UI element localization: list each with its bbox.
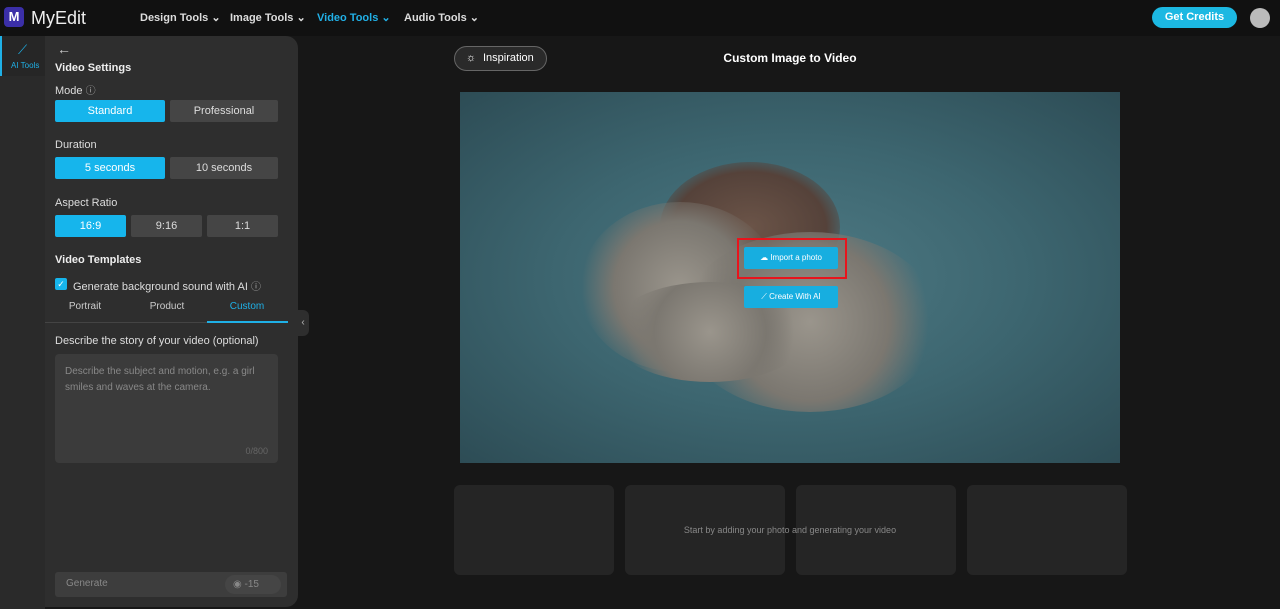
highlight-box [737,238,847,279]
mode-label: Mode ⓘ [55,82,96,97]
cost-value: -15 [244,579,259,590]
bg-sound-checkbox[interactable]: ✓ [55,278,67,290]
chevron-down-icon: ⌄ [296,12,306,24]
duration-label: Duration [55,139,97,151]
char-count: 0/800 [245,446,268,456]
page-title: Custom Image to Video [723,51,857,65]
nav-image-tools[interactable]: Image Tools ⌄ [230,11,306,24]
credit-coin-icon: ◉ [233,579,242,590]
brand-name[interactable]: MyEdit [31,8,86,29]
tool-rail: ⟋ AI Tools [0,36,45,609]
top-bar: M MyEdit Design Tools ⌄ Image Tools ⌄ Vi… [0,0,1280,36]
bg-sound-label: Generate background sound with AI ⓘ [73,278,261,293]
story-label: Describe the story of your video (option… [55,335,259,347]
aspect-9-16-button[interactable]: 9:16 [131,215,202,237]
tab-custom[interactable]: Custom [207,301,287,312]
templates-label: Video Templates [55,254,142,266]
create-ai-label: Create With AI [769,292,821,301]
rail-item-label: AI Tools [11,61,40,70]
generate-label: Generate [66,578,108,589]
rail-item-ai-tools[interactable]: ⟋ AI Tools [0,36,45,76]
generate-button[interactable]: Generate ◉ -15 [55,572,287,597]
result-slot [967,485,1127,575]
settings-panel: ← Video Settings Mode ⓘ Standard Profess… [45,36,298,607]
avatar[interactable] [1250,8,1270,28]
logo[interactable]: M [4,7,24,27]
nav-label: Video Tools [317,12,379,24]
nav-label: Design Tools [140,12,209,24]
nav-design-tools[interactable]: Design Tools ⌄ [140,11,221,24]
collapse-panel-button[interactable]: ‹ [297,310,309,336]
magic-wand-icon: ⟋ [18,42,28,57]
bg-sound-text: Generate background sound with AI [73,281,248,293]
story-input[interactable]: Describe the subject and motion, e.g. a … [55,354,278,463]
create-with-ai-button[interactable]: ⟋ Create With AI [744,286,838,308]
nav-label: Image Tools [230,12,294,24]
tab-portrait[interactable]: Portrait [45,301,125,312]
nav-audio-tools[interactable]: Audio Tools ⌄ [404,11,479,24]
nav-label: Audio Tools [404,12,467,24]
panel-title: Video Settings [55,62,132,74]
story-placeholder: Describe the subject and motion, e.g. a … [65,366,255,393]
back-arrow-icon[interactable]: ← [57,41,71,57]
mode-standard-button[interactable]: Standard [55,100,165,122]
duration-10s-button[interactable]: 10 seconds [170,157,278,179]
chevron-down-icon: ⌄ [469,12,480,24]
aspect-ratio-label: Aspect Ratio [55,197,118,209]
info-icon[interactable]: ⓘ [251,282,261,293]
duration-5s-button[interactable]: 5 seconds [55,157,165,179]
get-credits-button[interactable]: Get Credits [1152,7,1237,28]
inspiration-button[interactable]: ☼ Inspiration [454,46,547,71]
aspect-1-1-button[interactable]: 1:1 [207,215,278,237]
empty-hint: Start by adding your photo and generatin… [683,525,897,535]
lightbulb-icon: ☼ [466,52,477,64]
active-tab-indicator [207,321,288,323]
magic-wand-icon: ⟋ [761,292,767,301]
info-icon[interactable]: ⓘ [86,86,96,97]
aspect-16-9-button[interactable]: 16:9 [55,215,126,237]
chevron-down-icon: ⌄ [211,12,221,24]
inspiration-label: Inspiration [483,52,534,64]
tab-product[interactable]: Product [127,301,207,312]
nav-video-tools[interactable]: Video Tools ⌄ [317,11,391,24]
cost-badge: ◉ -15 [225,575,281,594]
mode-professional-button[interactable]: Professional [170,100,278,122]
chevron-down-icon: ⌄ [381,12,391,24]
result-slot [454,485,614,575]
mode-label-text: Mode [55,85,83,97]
